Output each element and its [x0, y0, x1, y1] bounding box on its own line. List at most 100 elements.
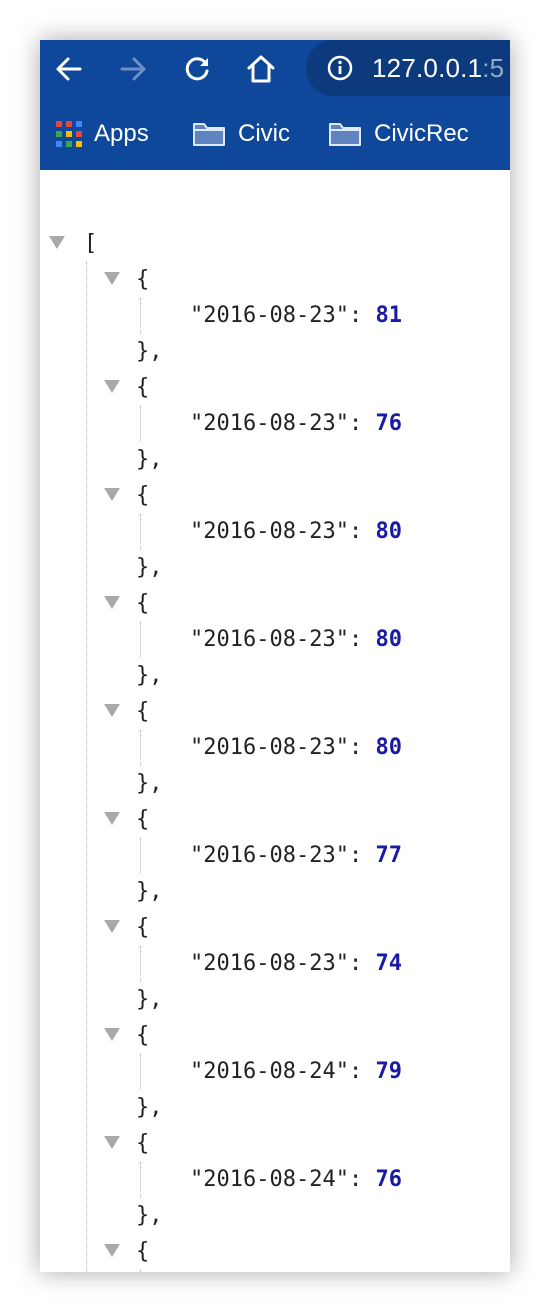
entry-colon: : — [348, 735, 376, 760]
object-guide-line — [140, 1054, 141, 1090]
entry-value: 81 — [375, 303, 402, 328]
object-guide-line — [140, 946, 141, 982]
home-button[interactable] — [242, 50, 280, 88]
entry-key: "2016-08-24" — [190, 1059, 349, 1084]
back-arrow-icon — [56, 57, 82, 81]
entry-value: 80 — [375, 627, 402, 652]
entry-colon: : — [348, 843, 376, 868]
entry-value: 76 — [375, 1167, 402, 1192]
reload-button[interactable] — [178, 50, 216, 88]
entry-colon: : — [348, 519, 376, 544]
json-entry: "2016-08-23": 80 — [190, 514, 402, 550]
object-guide-line — [140, 730, 141, 766]
object-open-brace: { — [136, 1239, 150, 1264]
object-guide-line — [140, 406, 141, 442]
object-close-brace: }, — [136, 1203, 163, 1228]
back-button[interactable] — [50, 50, 88, 88]
object-open-brace: { — [136, 375, 150, 400]
url-text[interactable]: 127.0.0.1:5 — [372, 53, 504, 84]
object-close-brace: }, — [136, 555, 163, 580]
bookmark-label: Civic — [238, 120, 290, 147]
collapse-array-toggle[interactable] — [49, 236, 65, 249]
entry-key: "2016-08-23" — [190, 843, 349, 868]
json-entry: "2016-08-23": 80 — [190, 622, 402, 658]
forward-arrow-icon — [120, 57, 146, 81]
collapse-object-toggle[interactable] — [104, 812, 120, 825]
reload-icon — [185, 57, 209, 81]
collapse-object-toggle[interactable] — [104, 596, 120, 609]
url-port: :5 — [482, 53, 505, 83]
entry-key: "2016-08-23" — [190, 735, 349, 760]
entry-key: "2016-08-23" — [190, 519, 349, 544]
object-open-brace: { — [136, 267, 150, 292]
entry-key: "2016-08-24" — [190, 1167, 349, 1192]
bookmark-label: Apps — [94, 120, 149, 147]
object-open-brace: { — [136, 699, 150, 724]
browser-toolbar: 127.0.0.1:5 — [40, 40, 510, 98]
folder-icon — [329, 123, 361, 146]
json-entry: "2016-08-24": 76 — [190, 1162, 402, 1198]
collapse-object-toggle[interactable] — [104, 488, 120, 501]
array-guide-line — [86, 262, 87, 1272]
object-close-brace: }, — [136, 663, 163, 688]
apps-grid-icon — [56, 121, 82, 147]
entry-colon: : — [348, 1167, 376, 1192]
collapse-object-toggle[interactable] — [104, 920, 120, 933]
object-close-brace: }, — [136, 771, 163, 796]
bookmark-civicrec[interactable]: CivicRec — [328, 98, 469, 170]
entry-key: "2016-08-23" — [190, 951, 349, 976]
entry-value: 79 — [375, 1059, 402, 1084]
browser-window: 127.0.0.1:5 Apps Civic CivicRec [{"201… — [40, 40, 510, 1272]
object-open-brace: { — [136, 1131, 150, 1156]
bookmark-civic[interactable]: Civic — [192, 98, 290, 170]
collapse-object-toggle[interactable] — [104, 1028, 120, 1041]
bookmark-apps[interactable]: Apps — [56, 98, 149, 170]
entry-colon: : — [348, 1059, 376, 1084]
object-open-brace: { — [136, 807, 150, 832]
collapse-object-toggle[interactable] — [104, 1244, 120, 1257]
bookmarks-bar: Apps Civic CivicRec — [40, 98, 510, 170]
info-icon[interactable] — [326, 54, 354, 82]
collapse-object-toggle[interactable] — [104, 1136, 120, 1149]
json-entry: "2016-08-23": 76 — [190, 406, 402, 442]
json-entry: "2016-08-23": 77 — [190, 838, 402, 874]
object-close-brace: }, — [136, 987, 163, 1012]
object-guide-line — [140, 298, 141, 334]
entry-colon: : — [348, 951, 376, 976]
collapse-object-toggle[interactable] — [104, 272, 120, 285]
entry-colon: : — [348, 411, 376, 436]
object-close-brace: }, — [136, 1095, 163, 1120]
bookmark-label: CivicRec — [374, 120, 469, 147]
json-entry: "2016-08-23": 80 — [190, 730, 402, 766]
object-guide-line — [140, 514, 141, 550]
url-host: 127.0.0.1 — [372, 53, 483, 83]
entry-value: 76 — [375, 411, 402, 436]
collapse-object-toggle[interactable] — [104, 704, 120, 717]
object-open-brace: { — [136, 915, 150, 940]
json-viewer: [ { "2016-08-23": 81}, { "2016-08-23": 76},… — [40, 170, 510, 1272]
entry-value: 74 — [375, 951, 402, 976]
entry-key: "2016-08-23" — [190, 411, 349, 436]
folder-icon — [193, 123, 225, 146]
entry-value: 80 — [375, 519, 402, 544]
json-entry: "2016-08-23": 74 — [190, 946, 402, 982]
address-bar[interactable]: 127.0.0.1:5 — [306, 40, 510, 96]
object-open-brace: { — [136, 1023, 150, 1048]
entry-value: 80 — [375, 735, 402, 760]
object-close-brace: }, — [136, 879, 163, 904]
json-entry: "2016-08-23": 81 — [190, 298, 402, 334]
object-close-brace: }, — [136, 339, 163, 364]
forward-button[interactable] — [114, 50, 152, 88]
entry-key: "2016-08-23" — [190, 627, 349, 652]
object-guide-line — [140, 622, 141, 658]
entry-key: "2016-08-23" — [190, 303, 349, 328]
collapse-object-toggle[interactable] — [104, 380, 120, 393]
object-close-brace: }, — [136, 447, 163, 472]
array-open-bracket: [ — [84, 231, 98, 256]
object-open-brace: { — [136, 591, 150, 616]
entry-colon: : — [348, 627, 376, 652]
json-entry: "2016-08-24": 80 — [190, 1270, 402, 1272]
object-guide-line — [140, 838, 141, 874]
object-guide-line — [140, 1270, 141, 1272]
object-guide-line — [140, 1162, 141, 1198]
